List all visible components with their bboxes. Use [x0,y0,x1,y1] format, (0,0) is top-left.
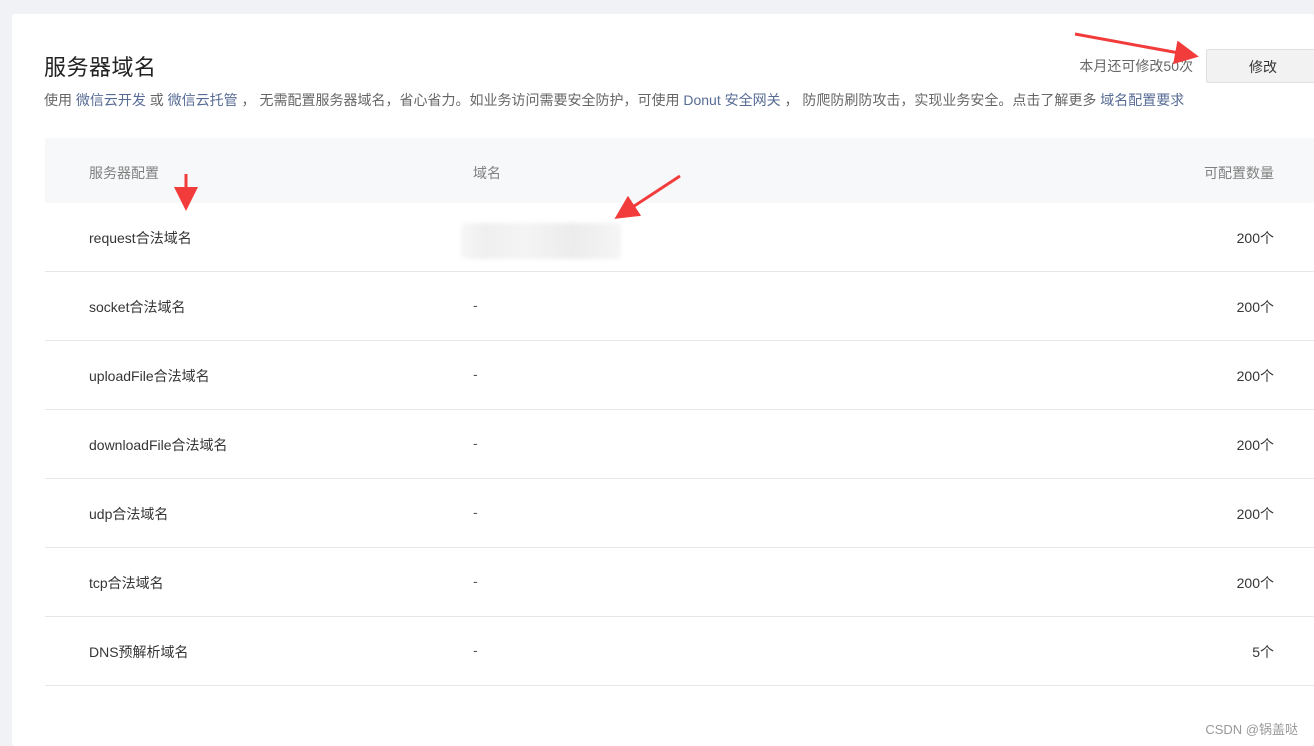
domain-settings-card: 服务器域名 本月还可修改50次 修改 使用 微信云开发 或 微信云托管 ， 无需… [12,14,1314,746]
desc-text-1: 使用 [44,92,76,108]
row-config-label: socket合法域名 [89,299,186,315]
table-row: udp合法域名 - 200个 [45,479,1314,548]
header-server-config: 服务器配置 [89,165,159,181]
redacted-domain-value [461,223,621,259]
row-config-label: DNS预解析域名 [89,644,189,660]
table-row: request合法域名 200个 [45,203,1314,272]
remaining-modifications-text: 本月还可修改50次 [1079,58,1193,74]
link-wechat-cloud-hosting[interactable]: 微信云托管 [168,92,238,108]
row-domain-value: - [473,366,478,382]
page-title: 服务器域名 [44,55,157,80]
row-config-label: udp合法域名 [89,506,169,522]
table-row: uploadFile合法域名 - 200个 [45,341,1314,410]
row-count: 200个 [1236,230,1274,246]
csdn-watermark: CSDN @锅盖哒 [1205,722,1298,737]
table-row: DNS预解析域名 - 5个 [45,617,1314,686]
link-wechat-cloud-dev[interactable]: 微信云开发 [76,92,146,108]
row-count: 200个 [1236,299,1274,315]
desc-text-2: 或 [145,92,168,108]
link-donut-security-gateway[interactable]: Donut 安全网关 [683,92,780,108]
row-config-label: request合法域名 [89,230,192,246]
modify-button[interactable]: 修改 [1206,49,1314,83]
table-row: downloadFile合法域名 - 200个 [45,410,1314,479]
header-configurable-count: 可配置数量 [1204,165,1274,181]
table-header: 服务器配置 域名 可配置数量 [45,138,1314,203]
row-domain-value: - [473,573,478,589]
row-count: 200个 [1236,368,1274,384]
table-row: tcp合法域名 - 200个 [45,548,1314,617]
row-domain-value: - [473,504,478,520]
row-count: 200个 [1236,437,1274,453]
table-row: socket合法域名 - 200个 [45,272,1314,341]
row-domain-value: - [473,435,478,451]
description-text: 使用 微信云开发 或 微信云托管 ， 无需配置服务器域名，省心省力。如业务访问需… [44,90,1314,110]
domain-table: 服务器配置 域名 可配置数量 request合法域名 200个 socket合法… [45,138,1314,686]
row-config-label: uploadFile合法域名 [89,368,210,384]
row-count: 200个 [1236,575,1274,591]
row-config-label: tcp合法域名 [89,575,164,591]
header-domain: 域名 [473,165,501,181]
row-domain-value: - [473,297,478,313]
desc-text-3: ， 无需配置服务器域名，省心省力。如业务访问需要安全防护，可使用 [237,92,684,108]
row-domain-value: - [473,642,478,658]
desc-text-4: ， 防爬防刷防攻击，实现业务安全。点击了解更多 [780,92,1101,108]
link-domain-config-requirements[interactable]: 域名配置要求 [1100,92,1184,108]
row-config-label: downloadFile合法域名 [89,437,228,453]
row-count: 5个 [1252,644,1274,660]
row-count: 200个 [1236,506,1274,522]
